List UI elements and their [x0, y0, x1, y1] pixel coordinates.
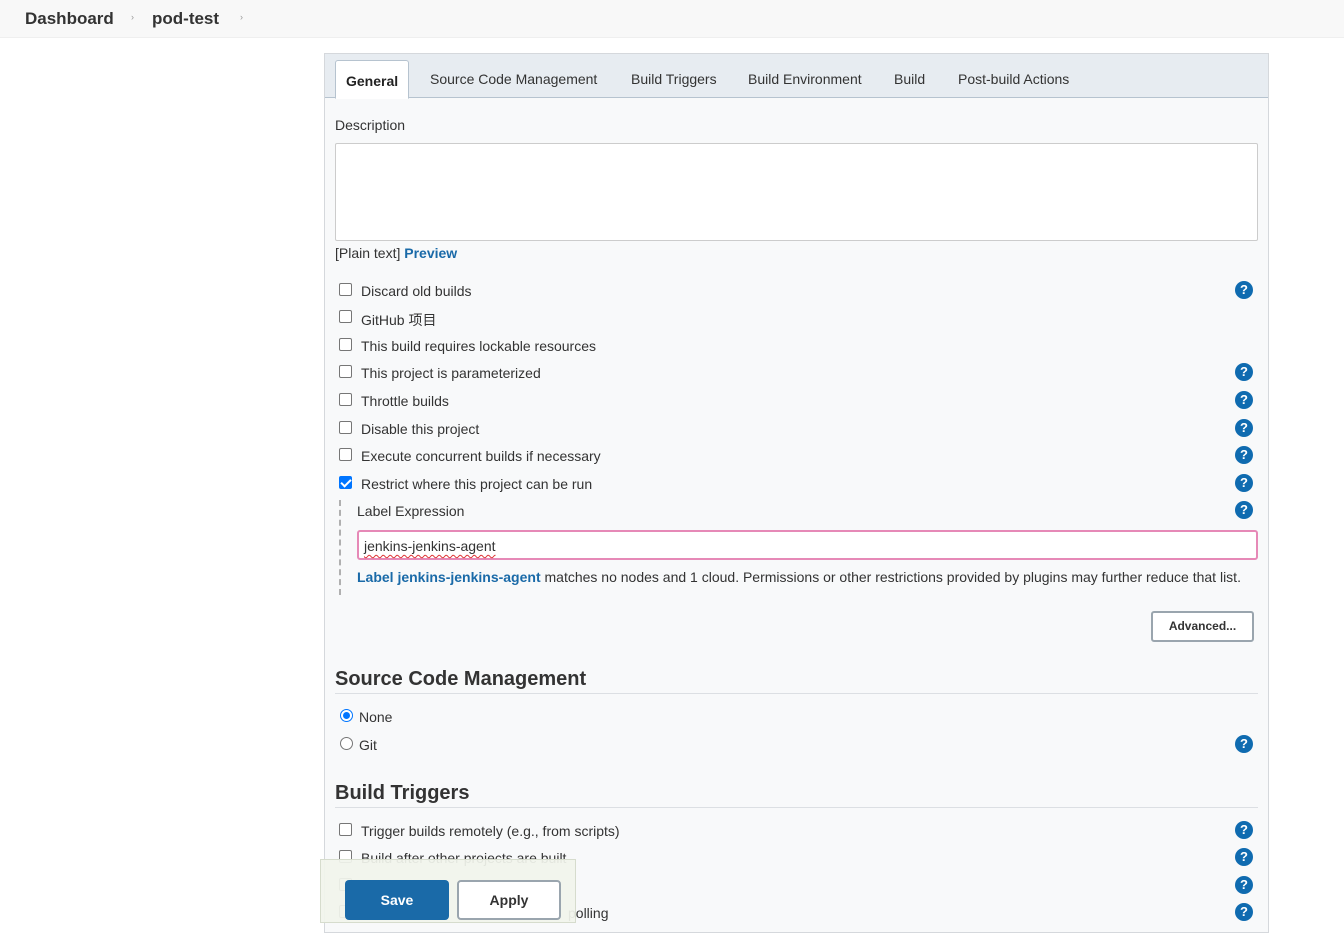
- scm-git-label: Git: [359, 737, 377, 753]
- trigger-remotely-checkbox[interactable]: [339, 823, 352, 836]
- help-icon[interactable]: ?: [1235, 735, 1253, 753]
- help-icon[interactable]: ?: [1235, 848, 1253, 866]
- help-icon[interactable]: ?: [1235, 391, 1253, 409]
- help-icon[interactable]: ?: [1235, 419, 1253, 437]
- concurrent-builds-checkbox[interactable]: [339, 448, 352, 461]
- tab-build-triggers[interactable]: Build Triggers: [631, 71, 717, 87]
- tab-bar: General Source Code Management Build Tri…: [325, 54, 1268, 99]
- breadcrumb: Dashboard › pod-test ›: [0, 0, 1344, 38]
- github-project-checkbox[interactable]: [339, 310, 352, 323]
- chevron-right-icon[interactable]: ›: [240, 12, 243, 22]
- format-note: [Plain text] Preview: [335, 245, 457, 261]
- breadcrumb-dashboard[interactable]: Dashboard: [25, 9, 114, 29]
- scm-none-radio[interactable]: [340, 709, 353, 722]
- description-textarea[interactable]: [335, 143, 1258, 241]
- scm-git-radio[interactable]: [340, 737, 353, 750]
- label-link[interactable]: Label jenkins-jenkins-agent: [357, 569, 541, 585]
- build-triggers-section-title: Build Triggers: [335, 782, 470, 804]
- description-label: Description: [335, 117, 406, 133]
- scm-section-title: Source Code Management: [335, 668, 587, 690]
- disable-project-checkbox[interactable]: [339, 421, 352, 434]
- lockable-resources-checkbox[interactable]: [339, 338, 352, 351]
- disable-project-label: Disable this project: [361, 421, 480, 437]
- nested-indent-line: [339, 500, 341, 595]
- apply-button[interactable]: Apply: [457, 880, 561, 920]
- label-expression-label: Label Expression: [357, 503, 465, 519]
- label-expression-value: jenkins-jenkins-agent: [364, 538, 496, 554]
- save-button[interactable]: Save: [345, 880, 449, 920]
- parameterized-label: This project is parameterized: [361, 365, 541, 381]
- help-icon[interactable]: ?: [1235, 446, 1253, 464]
- tab-post-build-actions[interactable]: Post-build Actions: [958, 71, 1069, 87]
- concurrent-builds-label: Execute concurrent builds if necessary: [361, 448, 601, 464]
- breadcrumb-pod-test[interactable]: pod-test: [152, 9, 219, 29]
- help-icon[interactable]: ?: [1235, 903, 1253, 921]
- section-divider: [335, 693, 1258, 694]
- chevron-right-icon: ›: [131, 12, 134, 22]
- format-note-text: [Plain text]: [335, 245, 401, 261]
- help-icon[interactable]: ?: [1235, 363, 1253, 381]
- label-hint-text: matches no nodes and 1 cloud. Permission…: [544, 569, 1241, 585]
- throttle-builds-label: Throttle builds: [361, 393, 449, 409]
- restrict-where-run-label: Restrict where this project can be run: [361, 476, 593, 492]
- help-icon[interactable]: ?: [1235, 501, 1253, 519]
- tab-build-environment[interactable]: Build Environment: [748, 71, 862, 87]
- discard-old-builds-checkbox[interactable]: [339, 283, 352, 296]
- tab-general[interactable]: General: [335, 60, 410, 99]
- parameterized-checkbox[interactable]: [339, 365, 352, 378]
- section-divider: [335, 807, 1258, 808]
- github-project-label: GitHub 项目: [361, 312, 437, 328]
- help-icon[interactable]: ?: [1235, 876, 1253, 894]
- help-icon[interactable]: ?: [1235, 474, 1253, 492]
- label-expression-hint: Label jenkins-jenkins-agent matches no n…: [357, 569, 1241, 585]
- label-expression-input[interactable]: jenkins-jenkins-agent: [357, 530, 1258, 560]
- tab-build[interactable]: Build: [894, 71, 925, 87]
- preview-link[interactable]: Preview: [404, 245, 457, 261]
- restrict-where-run-checkbox[interactable]: [339, 476, 352, 489]
- advanced-button[interactable]: Advanced...: [1151, 611, 1254, 642]
- help-icon[interactable]: ?: [1235, 821, 1253, 839]
- discard-old-builds-label: Discard old builds: [361, 283, 472, 299]
- trigger-remotely-label: Trigger builds remotely (e.g., from scri…: [361, 823, 620, 839]
- scm-none-label: None: [359, 709, 393, 725]
- throttle-builds-checkbox[interactable]: [339, 393, 352, 406]
- lockable-resources-label: This build requires lockable resources: [361, 338, 596, 354]
- tab-source-code-management[interactable]: Source Code Management: [430, 71, 597, 87]
- help-icon[interactable]: ?: [1235, 281, 1253, 299]
